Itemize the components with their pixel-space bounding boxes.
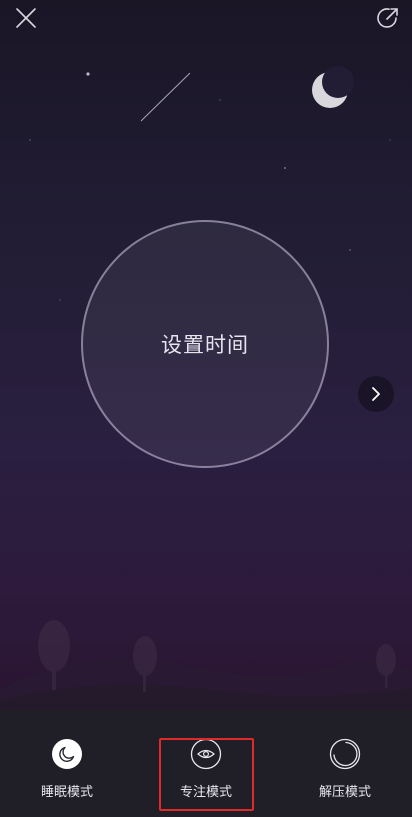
- ring-icon: [329, 738, 361, 770]
- share-button[interactable]: [370, 0, 406, 36]
- close-button[interactable]: [8, 0, 44, 36]
- mode-bar: 睡眠模式 专注模式 解压模式: [0, 710, 412, 817]
- focus-timer-screen: 设置时间 睡眠模式 专注模式 解压模式: [0, 0, 412, 817]
- sleep-mode-button[interactable]: 睡眠模式: [17, 738, 117, 812]
- relax-mode-button[interactable]: 解压模式: [295, 738, 395, 812]
- chevron-right-icon: [372, 387, 380, 401]
- crescent-moon: [312, 66, 354, 108]
- share-icon: [377, 8, 398, 28]
- moon-icon: [52, 739, 82, 769]
- sleep-mode-label: 睡眠模式: [40, 785, 93, 800]
- focus-mode-button[interactable]: 专注模式: [156, 738, 256, 812]
- close-icon: [16, 8, 36, 28]
- focus-mode-label: 专注模式: [179, 785, 232, 800]
- next-button[interactable]: [358, 376, 394, 412]
- set-time-button[interactable]: 设置时间: [81, 220, 329, 468]
- shooting-star: [140, 72, 191, 122]
- eye-icon: [190, 738, 222, 770]
- set-time-label: 设置时间: [161, 333, 249, 357]
- relax-mode-label: 解压模式: [318, 785, 371, 800]
